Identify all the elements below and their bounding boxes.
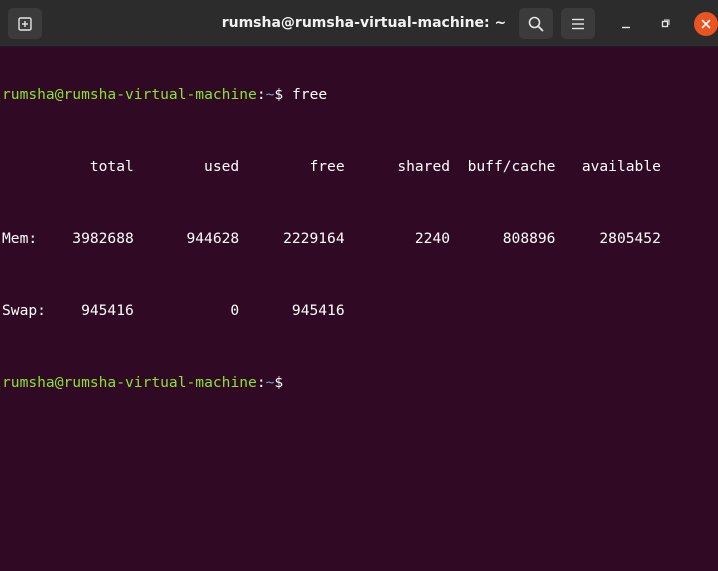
mem-total: 3982688 — [72, 230, 134, 247]
prompt-symbol: $ — [274, 374, 284, 391]
mem-buff-cache: 808896 — [502, 230, 556, 247]
close-button[interactable] — [694, 12, 718, 36]
swap-free: 945416 — [291, 302, 345, 319]
prompt-symbol: $ — [274, 86, 284, 103]
mem-available: 2805452 — [599, 230, 661, 247]
header-buff-cache: buff/cache — [467, 158, 556, 175]
table-row: Swap: 945416 0 945416 — [2, 302, 718, 320]
row-label-mem: Mem: — [2, 230, 38, 247]
header-shared: shared — [397, 158, 451, 175]
title-bar[interactable]: rumsha@rumsha-virtual-machine: ~ — [0, 0, 718, 47]
maximize-button[interactable] — [653, 12, 677, 36]
prompt-user-host: rumsha@rumsha-virtual-machine — [2, 86, 257, 103]
table-header-row: total used free shared buff/cache available — [2, 158, 718, 176]
header-total: total — [89, 158, 134, 175]
prompt-line: rumsha@rumsha-virtual-machine:~$ free — [2, 86, 718, 104]
mem-used: 944628 — [186, 230, 240, 247]
new-tab-button[interactable] — [8, 8, 42, 39]
terminal-output[interactable]: rumsha@rumsha-virtual-machine:~$ free to… — [0, 48, 718, 571]
search-icon — [528, 16, 544, 31]
prompt-separator: : — [256, 374, 266, 391]
prompt-line: rumsha@rumsha-virtual-machine:~$ — [2, 374, 718, 392]
close-icon — [701, 19, 711, 29]
command-text: free — [292, 86, 328, 103]
swap-total: 945416 — [81, 302, 134, 319]
header-used: used — [204, 158, 240, 175]
row-label-swap: Swap: — [2, 302, 46, 319]
table-row: Mem: 3982688 944628 2229164 2240 808896 280545… — [2, 230, 718, 248]
minimize-icon — [622, 26, 630, 29]
window-title: rumsha@rumsha-virtual-machine: ~ — [221, 15, 507, 31]
header-available: available — [581, 158, 661, 175]
prompt-separator: : — [256, 86, 266, 103]
minimize-button[interactable] — [614, 12, 638, 36]
maximize-icon — [661, 19, 670, 28]
terminal-window: rumsha@rumsha-virtual-machine: ~ rumsha@… — [0, 0, 718, 571]
swap-used: 0 — [230, 302, 240, 319]
mem-free: 2229164 — [283, 230, 345, 247]
prompt-user-host: rumsha@rumsha-virtual-machine — [2, 374, 257, 391]
header-free: free — [309, 158, 345, 175]
new-tab-icon — [18, 16, 32, 31]
hamburger-menu-icon — [572, 18, 584, 29]
mem-shared: 2240 — [414, 230, 451, 247]
menu-button[interactable] — [561, 8, 595, 39]
search-button[interactable] — [519, 8, 553, 39]
